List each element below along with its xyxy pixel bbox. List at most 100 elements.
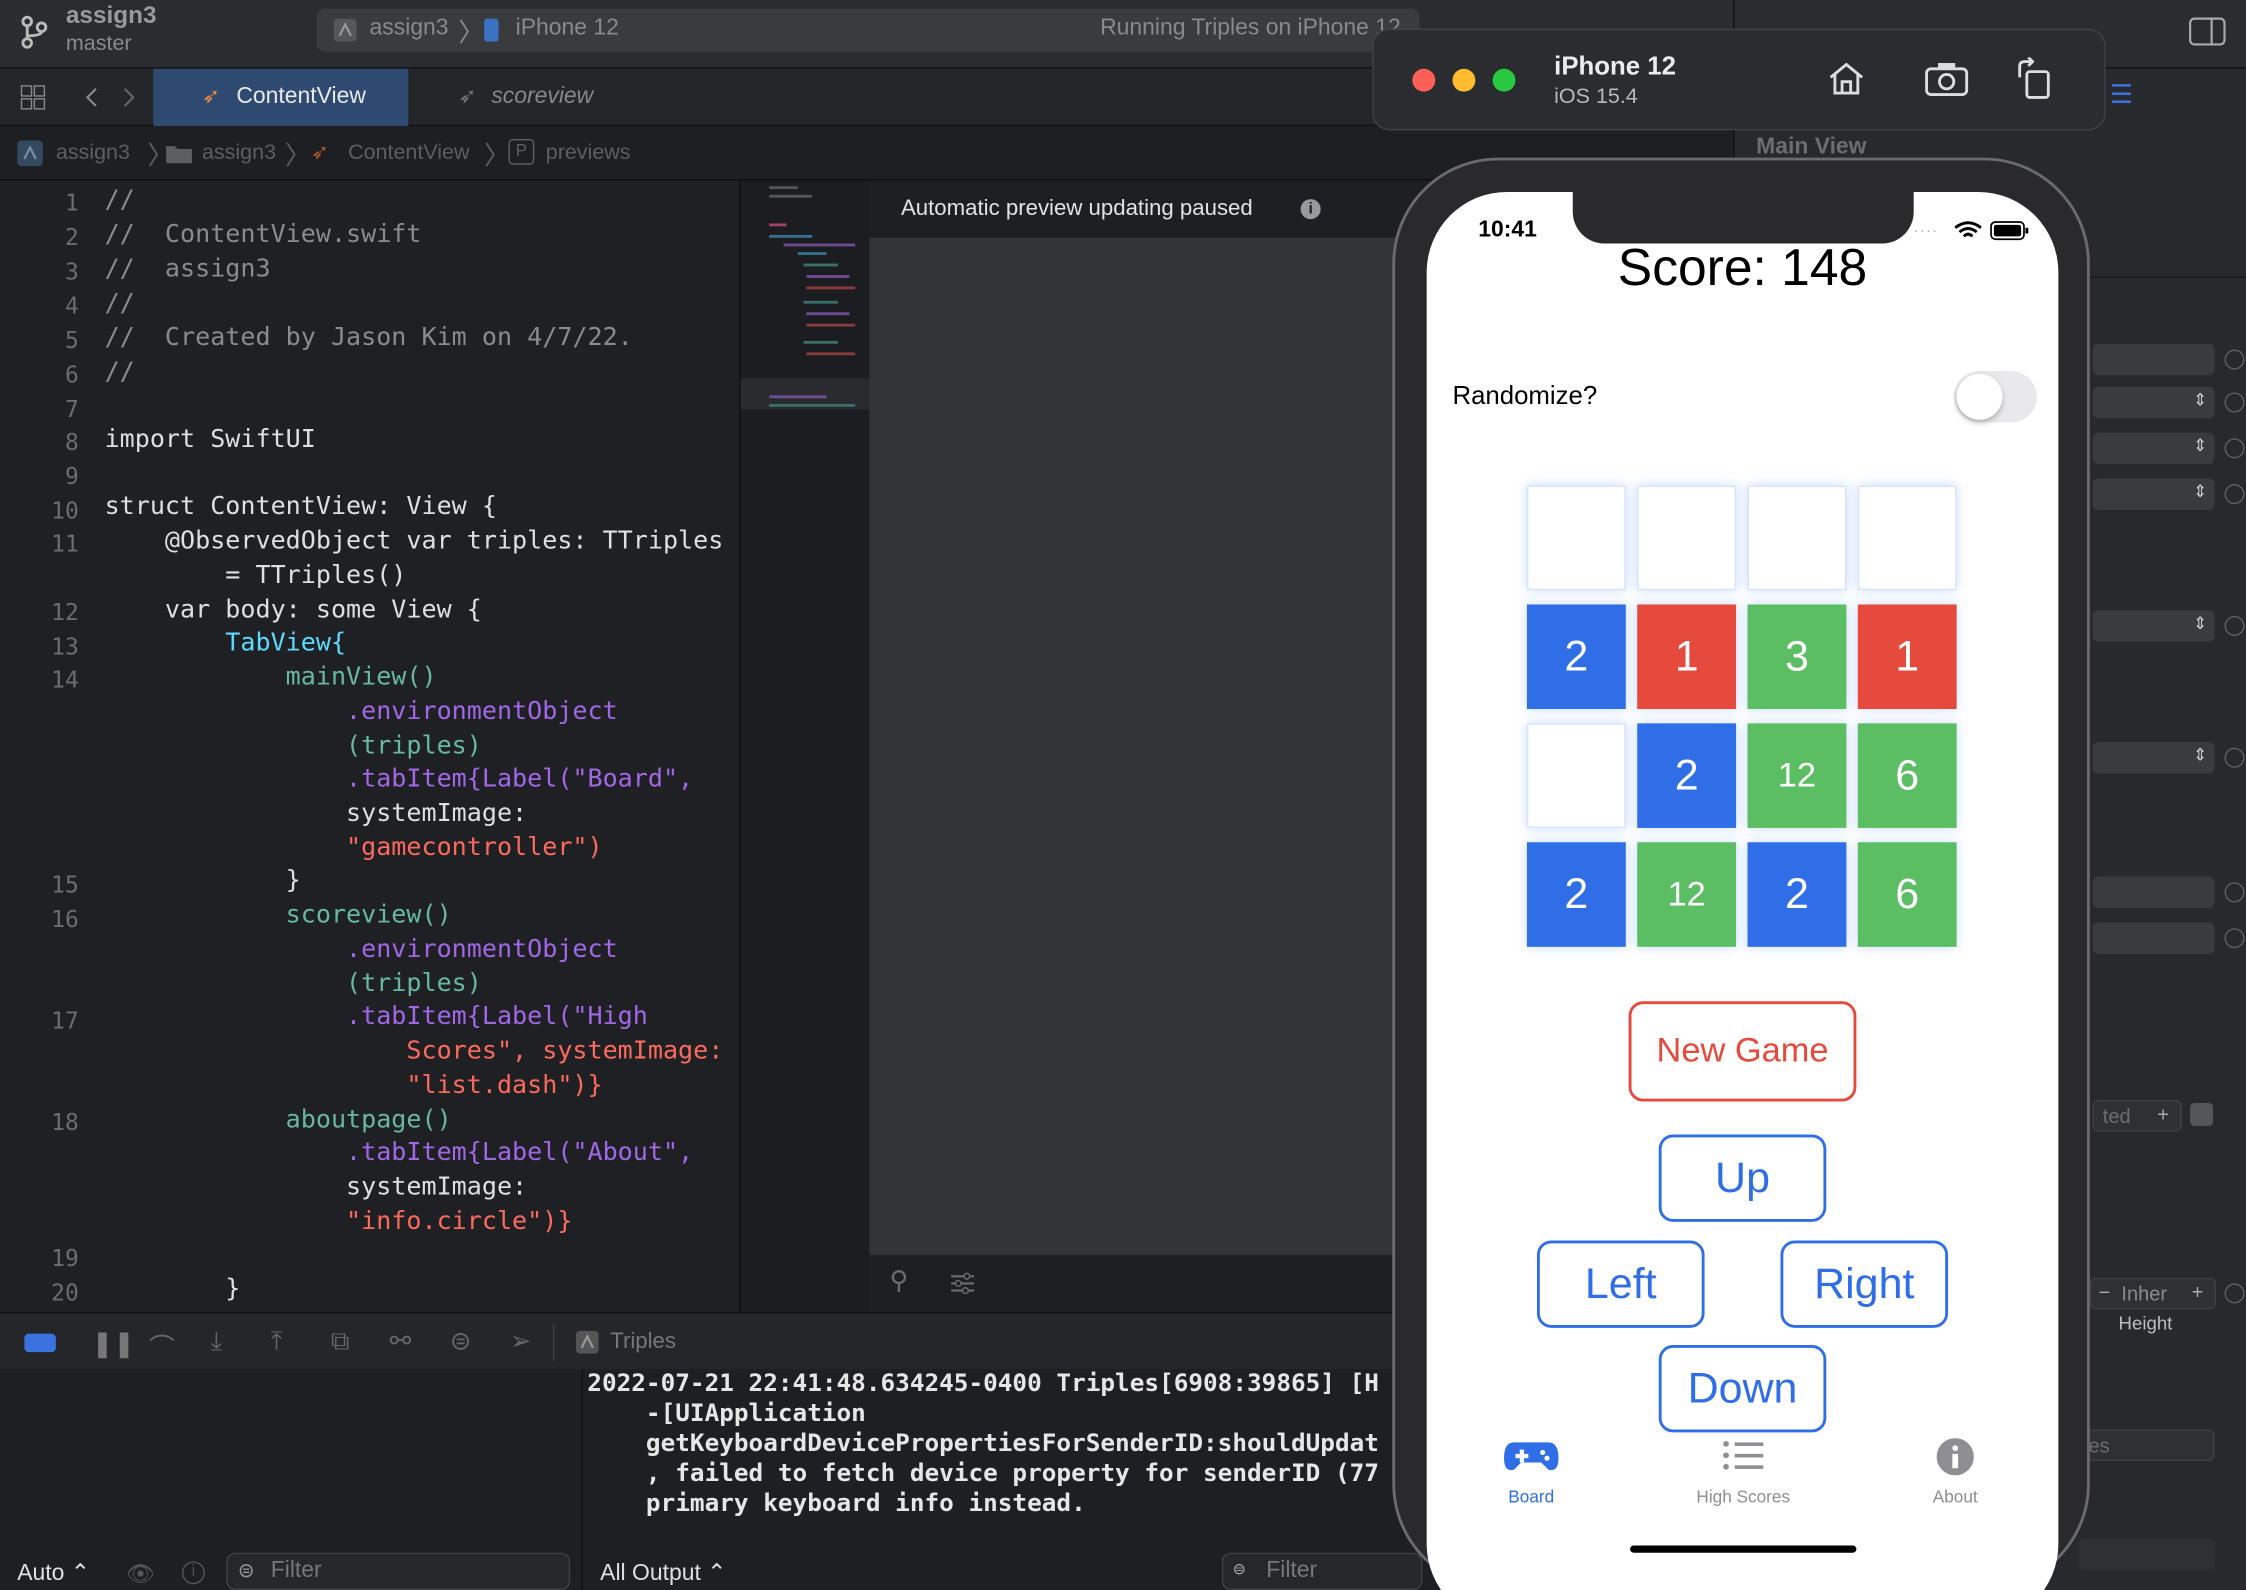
minus-icon[interactable]: −	[2098, 1281, 2110, 1304]
process-name[interactable]: Triples	[610, 1329, 676, 1355]
inspector-field[interactable]	[2078, 1538, 2215, 1570]
breadcrumb-item[interactable]: assign3	[202, 140, 276, 164]
line-number: 15	[51, 870, 79, 899]
plus-icon[interactable]: +	[2157, 1103, 2169, 1126]
memory-graph-icon[interactable]: ⚯	[390, 1326, 412, 1356]
code-line: mainView()	[104, 663, 437, 692]
chevron-right-icon: 〉	[285, 141, 311, 171]
step-in-icon[interactable]: ⤓	[211, 1326, 222, 1356]
forward-icon[interactable]	[120, 86, 137, 109]
rotate-icon[interactable]	[2015, 57, 2055, 100]
info-icon[interactable]: i	[181, 1561, 205, 1585]
environment-overrides-icon[interactable]: ⊜	[450, 1326, 472, 1356]
minimap[interactable]	[739, 180, 871, 1313]
left-button[interactable]: Left	[1536, 1240, 1705, 1328]
code-line: struct ContentView: View {	[104, 492, 497, 522]
info-icon[interactable]: i	[1300, 199, 1321, 220]
new-game-button[interactable]: New Game	[1628, 1001, 1857, 1102]
right-button[interactable]: Right	[1780, 1240, 1949, 1328]
console-filter-field[interactable]: ⊜ Filter	[1221, 1552, 1423, 1590]
attributes-icon[interactable]: ☰	[2110, 80, 2133, 110]
project-name: assign3	[65, 1, 157, 29]
scheme-target[interactable]: assign3	[370, 16, 449, 42]
auto-selector[interactable]: Auto ⌃	[17, 1558, 90, 1587]
inspector-dropdown[interactable]: ⇕	[2092, 432, 2215, 465]
branch-icon	[21, 15, 48, 49]
scheme-bar[interactable]: assign3 〉 iPhone 12 Running Triples on i…	[316, 8, 1420, 52]
filter-field[interactable]: ⊜ Filter	[226, 1552, 571, 1590]
inspector-toggle-icon[interactable]	[2189, 17, 2226, 46]
inspector-dropdown[interactable]: ⇕	[2092, 478, 2215, 510]
inspector-stepper[interactable]: ted +	[2092, 1100, 2182, 1132]
breadcrumb-item[interactable]: assign3	[56, 140, 130, 164]
location-icon[interactable]: ➢	[510, 1326, 532, 1356]
breakpoints-toggle-icon[interactable]	[24, 1333, 56, 1353]
inspector-dropdown[interactable]: ⇕	[2092, 386, 2215, 419]
radio-button[interactable]	[2224, 349, 2245, 370]
close-icon[interactable]	[1412, 68, 1436, 92]
checkbox[interactable]	[2190, 1102, 2214, 1126]
inspector-dropdown[interactable]: ⇕	[2092, 610, 2215, 642]
minimize-icon[interactable]	[1452, 68, 1476, 92]
view-hierarchy-icon[interactable]: ⧉	[331, 1326, 349, 1356]
output-selector[interactable]: All Output ⌃	[600, 1558, 726, 1587]
inspector-dropdown[interactable]: ⇕	[2092, 741, 2215, 774]
inspector-field[interactable]	[2092, 343, 2215, 376]
code-editor[interactable]: 1 2 3 4 5 6 7 8 9 10 11 12 13 14 15 16 1…	[0, 180, 740, 1313]
tab-contentview[interactable]: ➶ ContentView	[153, 68, 409, 127]
inspector-field[interactable]: es	[2078, 1429, 2215, 1462]
step-out-icon[interactable]: ⤒	[271, 1326, 282, 1356]
down-button[interactable]: Down	[1658, 1345, 1827, 1433]
screenshot-icon[interactable]	[1924, 60, 1970, 97]
radio-button[interactable]	[2224, 615, 2245, 636]
inspector-field[interactable]	[2092, 922, 2215, 954]
home-icon[interactable]	[1826, 60, 1866, 97]
radio-button[interactable]	[2224, 747, 2245, 768]
grid-icon[interactable]	[20, 85, 46, 111]
radio-button[interactable]	[2224, 484, 2245, 505]
eye-icon[interactable]: 👁	[126, 1560, 155, 1589]
chevron-updown-icon: ⇕	[2192, 389, 2208, 410]
code-line: // assign3	[104, 254, 271, 284]
code-line: var body: some View {	[104, 595, 482, 625]
board-tile: 1	[1857, 604, 1957, 710]
radio-button[interactable]	[2224, 438, 2245, 459]
preview-status-text: Automatic preview updating paused	[900, 196, 1253, 221]
step-over-icon[interactable]: ⌒	[149, 1328, 175, 1365]
gamecontroller-icon	[1504, 1442, 1559, 1471]
tab-about[interactable]	[1876, 1435, 2034, 1478]
scheme-device[interactable]: iPhone 12	[516, 16, 619, 42]
radio-button[interactable]	[2224, 928, 2245, 949]
up-button[interactable]: Up	[1658, 1134, 1827, 1222]
console-output[interactable]: 2022-07-21 22:41:48.634245-0400 Triples[…	[584, 1369, 1423, 1590]
radio-button[interactable]	[2224, 392, 2245, 413]
radio-button[interactable]	[2224, 882, 2245, 903]
randomize-toggle[interactable]	[1953, 370, 2037, 423]
pause-icon[interactable]: ❚❚	[92, 1329, 135, 1359]
inspector-field[interactable]	[2092, 876, 2215, 909]
tab-scoreview[interactable]: ➶ scoreview	[415, 69, 630, 126]
pin-icon[interactable]: ⚲	[890, 1266, 909, 1296]
game-board: 2 1 3 1 2 12 6 2 12 2 6	[1526, 485, 1960, 952]
line-number: 11	[51, 529, 79, 558]
radio-button[interactable]	[2224, 1283, 2245, 1304]
tab-high-scores[interactable]	[1664, 1435, 1822, 1478]
inspector-title: Main View	[1756, 134, 1867, 159]
sliders-icon[interactable]	[950, 1272, 976, 1295]
code-line: //	[104, 186, 135, 215]
swift-icon: ➶	[458, 84, 477, 109]
code-line: = TTriples()	[104, 561, 407, 591]
zoom-icon[interactable]	[1492, 68, 1516, 92]
back-icon[interactable]	[83, 86, 100, 109]
height-value: Inher	[2121, 1281, 2168, 1305]
line-number: 5	[64, 326, 79, 354]
chevron-updown-icon: ⇕	[2192, 481, 2208, 502]
code-line: "info.circle")}	[104, 1207, 573, 1237]
breadcrumb-item[interactable]: previews	[546, 140, 631, 164]
simulator-title-bar: iPhone 12 iOS 15.4	[1372, 28, 2106, 131]
breadcrumb-item[interactable]: ContentView	[348, 140, 469, 164]
preview-canvas: Automatic preview updating paused i ⚲	[869, 180, 1400, 1313]
code-line: //	[104, 289, 135, 318]
height-field[interactable]: − Inher +	[2089, 1277, 2216, 1310]
plus-icon[interactable]: +	[2192, 1281, 2204, 1304]
